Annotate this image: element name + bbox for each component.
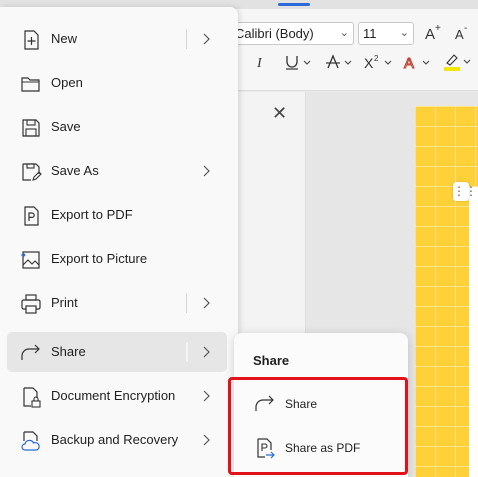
superscript-icon[interactable]: X 2 [363, 53, 397, 71]
folder-icon [21, 77, 40, 92]
menu-item-export-to-picture[interactable]: Export to Picture [7, 239, 227, 279]
menu-item-label: Share [51, 344, 86, 359]
menu-item-label: Export to Picture [51, 251, 148, 266]
menu-item-document-encryption[interactable]: Document Encryption [7, 376, 227, 416]
menu-item-label: Document Encryption [51, 388, 176, 403]
font-size-value: 11 [363, 26, 377, 41]
document-lock-icon [23, 387, 41, 408]
share-icon [255, 395, 274, 411]
file-menu: New Open Save Save As Export to PDF Expo… [0, 7, 238, 477]
submenu-item-label: Share as PDF [285, 441, 361, 455]
underline-icon[interactable] [284, 53, 314, 71]
printer-icon [21, 294, 41, 314]
menu-item-backup-and-recovery[interactable]: Backup and Recovery [7, 420, 227, 460]
submenu-item-label: Share [285, 397, 318, 411]
svg-text:A: A [404, 55, 414, 71]
menu-item-label: New [51, 31, 78, 46]
chevron-right-icon[interactable] [197, 30, 215, 48]
save-icon [22, 119, 40, 137]
drag-handle-icon[interactable]: ⋮⋮ [453, 182, 477, 201]
grow-font-icon[interactable]: A + [424, 22, 444, 44]
svg-text:X: X [364, 55, 374, 71]
cloud-backup-icon [21, 431, 40, 451]
menu-item-label: Open [51, 75, 83, 90]
text-effects-icon[interactable]: A [403, 53, 433, 71]
chevron-down-icon: ⌄ [339, 27, 349, 39]
export-picture-icon [21, 251, 40, 269]
chevron-down-icon: ⌄ [399, 27, 409, 39]
svg-text:2: 2 [374, 54, 379, 63]
menu-item-label: Export to PDF [51, 207, 133, 222]
menu-item-label: Backup and Recovery [51, 432, 179, 447]
svg-text:A: A [455, 27, 464, 42]
menu-item-open[interactable]: Open [7, 63, 227, 103]
split-divider [186, 29, 187, 49]
chevron-right-icon[interactable] [197, 294, 215, 312]
svg-text:I: I [256, 56, 263, 71]
close-icon[interactable]: ✕ [272, 103, 287, 124]
share-icon [21, 344, 40, 360]
share-pdf-icon [257, 438, 275, 459]
chevron-right-icon[interactable] [197, 343, 215, 361]
export-pdf-icon [24, 206, 39, 226]
menu-item-save-as[interactable]: Save As [7, 151, 227, 191]
italic-icon[interactable]: I [254, 53, 270, 71]
share-submenu: Share Share Share as PDF [234, 333, 408, 477]
menu-item-print[interactable]: Print [7, 283, 227, 323]
shrink-font-icon[interactable]: A - [453, 22, 475, 44]
svg-text:A: A [425, 26, 435, 43]
svg-text:+: + [435, 23, 441, 34]
font-size-dropdown[interactable]: 11 ⌄ [358, 22, 414, 45]
menu-item-share[interactable]: Share [7, 332, 227, 372]
chevron-right-icon[interactable] [197, 431, 215, 449]
chevron-right-icon[interactable] [197, 387, 215, 405]
page-text-area [469, 187, 478, 477]
split-divider [186, 342, 188, 362]
submenu-item-share[interactable]: Share [240, 385, 402, 423]
strikethrough-icon[interactable] [325, 53, 355, 71]
active-tab-indicator [278, 3, 310, 6]
submenu-item-share-as-pdf[interactable]: Share as PDF [240, 429, 402, 467]
submenu-title: Share [253, 353, 290, 368]
menu-item-label: Save [51, 119, 81, 134]
font-name-dropdown[interactable]: Calibri (Body) ⌄ [230, 22, 354, 45]
save-as-icon [22, 163, 42, 181]
menu-item-export-to-pdf[interactable]: Export to PDF [7, 195, 227, 235]
font-name-value: Calibri (Body) [235, 26, 314, 41]
svg-text:-: - [464, 23, 467, 34]
menu-item-label: Print [51, 295, 78, 310]
menu-item-label: Save As [51, 163, 99, 178]
menu-item-new[interactable]: New [7, 19, 227, 59]
highlighter-icon[interactable] [442, 51, 476, 73]
split-divider [186, 293, 187, 313]
chevron-right-icon[interactable] [197, 162, 215, 180]
new-document-icon [24, 30, 39, 50]
menu-item-save[interactable]: Save [7, 107, 227, 147]
